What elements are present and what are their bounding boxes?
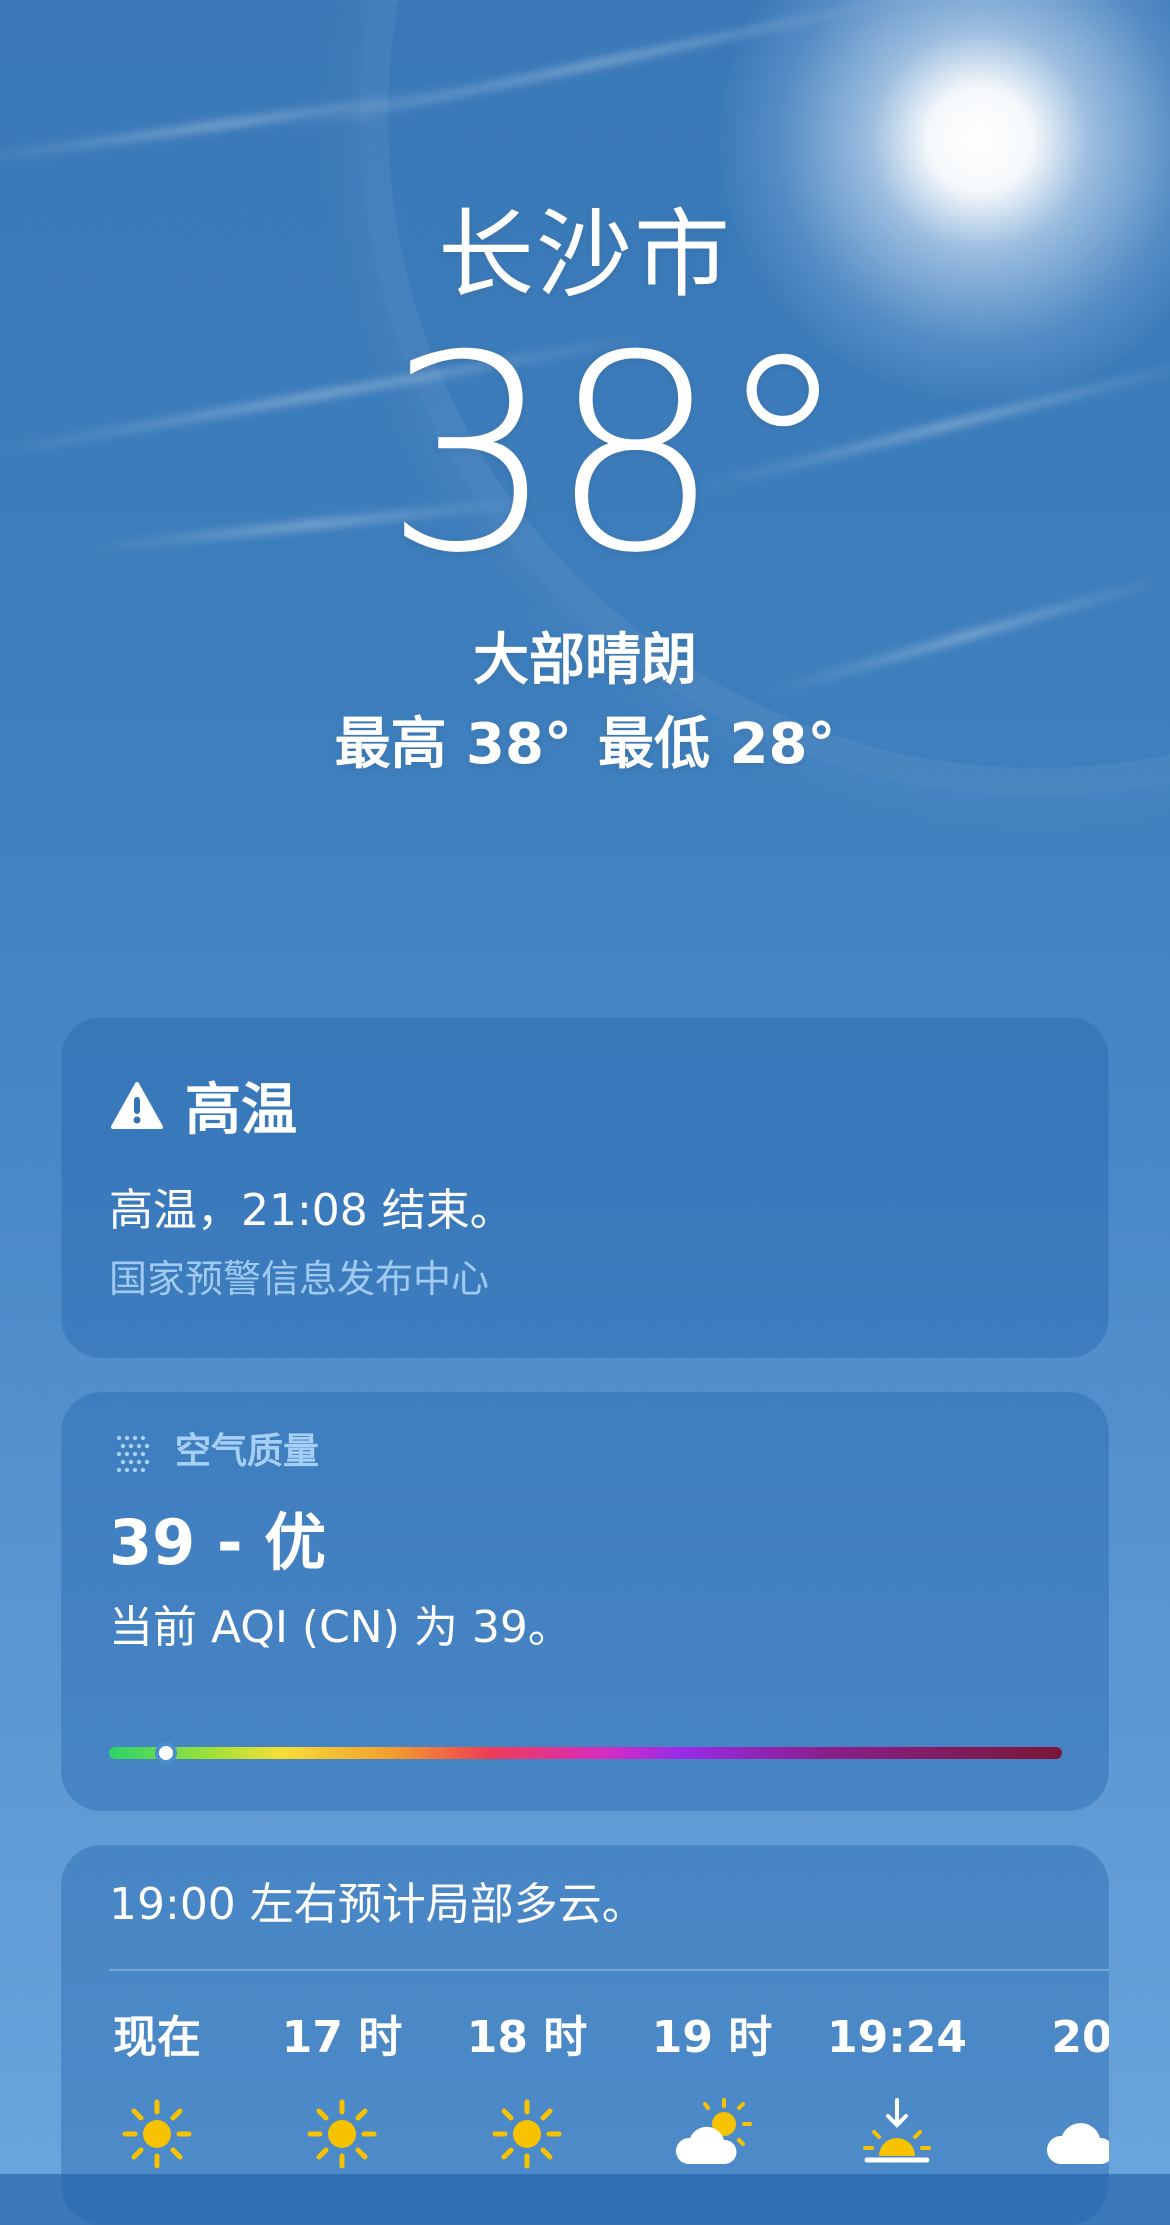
weather-condition: 大部晴朗 [473, 628, 697, 693]
hour-label: 现在 [113, 2012, 201, 2063]
air-quality-label: 空气质量 [175, 1431, 320, 1472]
hour-label: 18 时 [466, 2012, 588, 2063]
weather-alert-card[interactable]: 高温 高温，21:08 结束。 国家预警信息发布中心 [61, 1017, 1109, 1358]
hour-label: 17 时 [281, 2012, 403, 2063]
air-quality-icon [116, 1435, 150, 1473]
hourly-item: 现在 [82, 2010, 232, 2174]
hourly-summary: 19:00 左右预计局部多云。 [109, 1879, 646, 1930]
high-temperature: 最高 38° [334, 712, 572, 777]
warning-icon [111, 1081, 163, 1129]
aqi-scale-bar [109, 1742, 1062, 1764]
weather-header: 长沙市 38° 大部晴朗 最高 38° 最低 28° [0, 200, 1170, 778]
hourly-item: 19 时 [637, 2010, 787, 2174]
city-name: 长沙市 [438, 199, 732, 311]
hour-label: 20 [1051, 2012, 1109, 2063]
hourly-forecast-card[interactable]: 19:00 左右预计局部多云。 现在 17 时 18 时 19 时 19:24 … [61, 1845, 1109, 2225]
hourly-item: 19:24 [822, 2010, 972, 2174]
sunset-icon [863, 2098, 931, 2163]
alert-title: 高温 [185, 1078, 297, 1143]
alert-source-link[interactable]: 国家预警信息发布中心 [109, 1255, 489, 1303]
current-temperature: 38° [383, 297, 851, 612]
hourly-item: 20 [1007, 2010, 1109, 2174]
air-quality-card[interactable]: 空气质量 39 - 优 当前 AQI (CN) 为 39。 [61, 1392, 1109, 1811]
hourly-divider [109, 1969, 1109, 1971]
aqi-level-marker [155, 1742, 178, 1764]
hourly-item: 18 时 [452, 2010, 602, 2174]
sun-icon [307, 2099, 377, 2169]
sun-icon [122, 2099, 192, 2169]
hour-label: 19 时 [651, 2012, 773, 2063]
hour-label: 19:24 [826, 2012, 968, 2063]
aqi-value: 39 - 优 [109, 1506, 327, 1579]
alert-title-row: 高温 [111, 1065, 297, 1146]
partly-cloudy-icon [675, 2098, 752, 2164]
aqi-description: 当前 AQI (CN) 为 39。 [109, 1602, 572, 1653]
high-low-temperature: 最高 38° 最低 28° [0, 712, 1170, 778]
cloud-icon [1046, 2123, 1109, 2164]
sun-icon [492, 2099, 562, 2169]
low-temperature: 最低 28° [598, 712, 836, 777]
alert-message: 高温，21:08 结束。 [109, 1185, 514, 1236]
hourly-item: 17 时 [267, 2010, 417, 2174]
air-quality-header: 空气质量 [111, 1430, 319, 1474]
